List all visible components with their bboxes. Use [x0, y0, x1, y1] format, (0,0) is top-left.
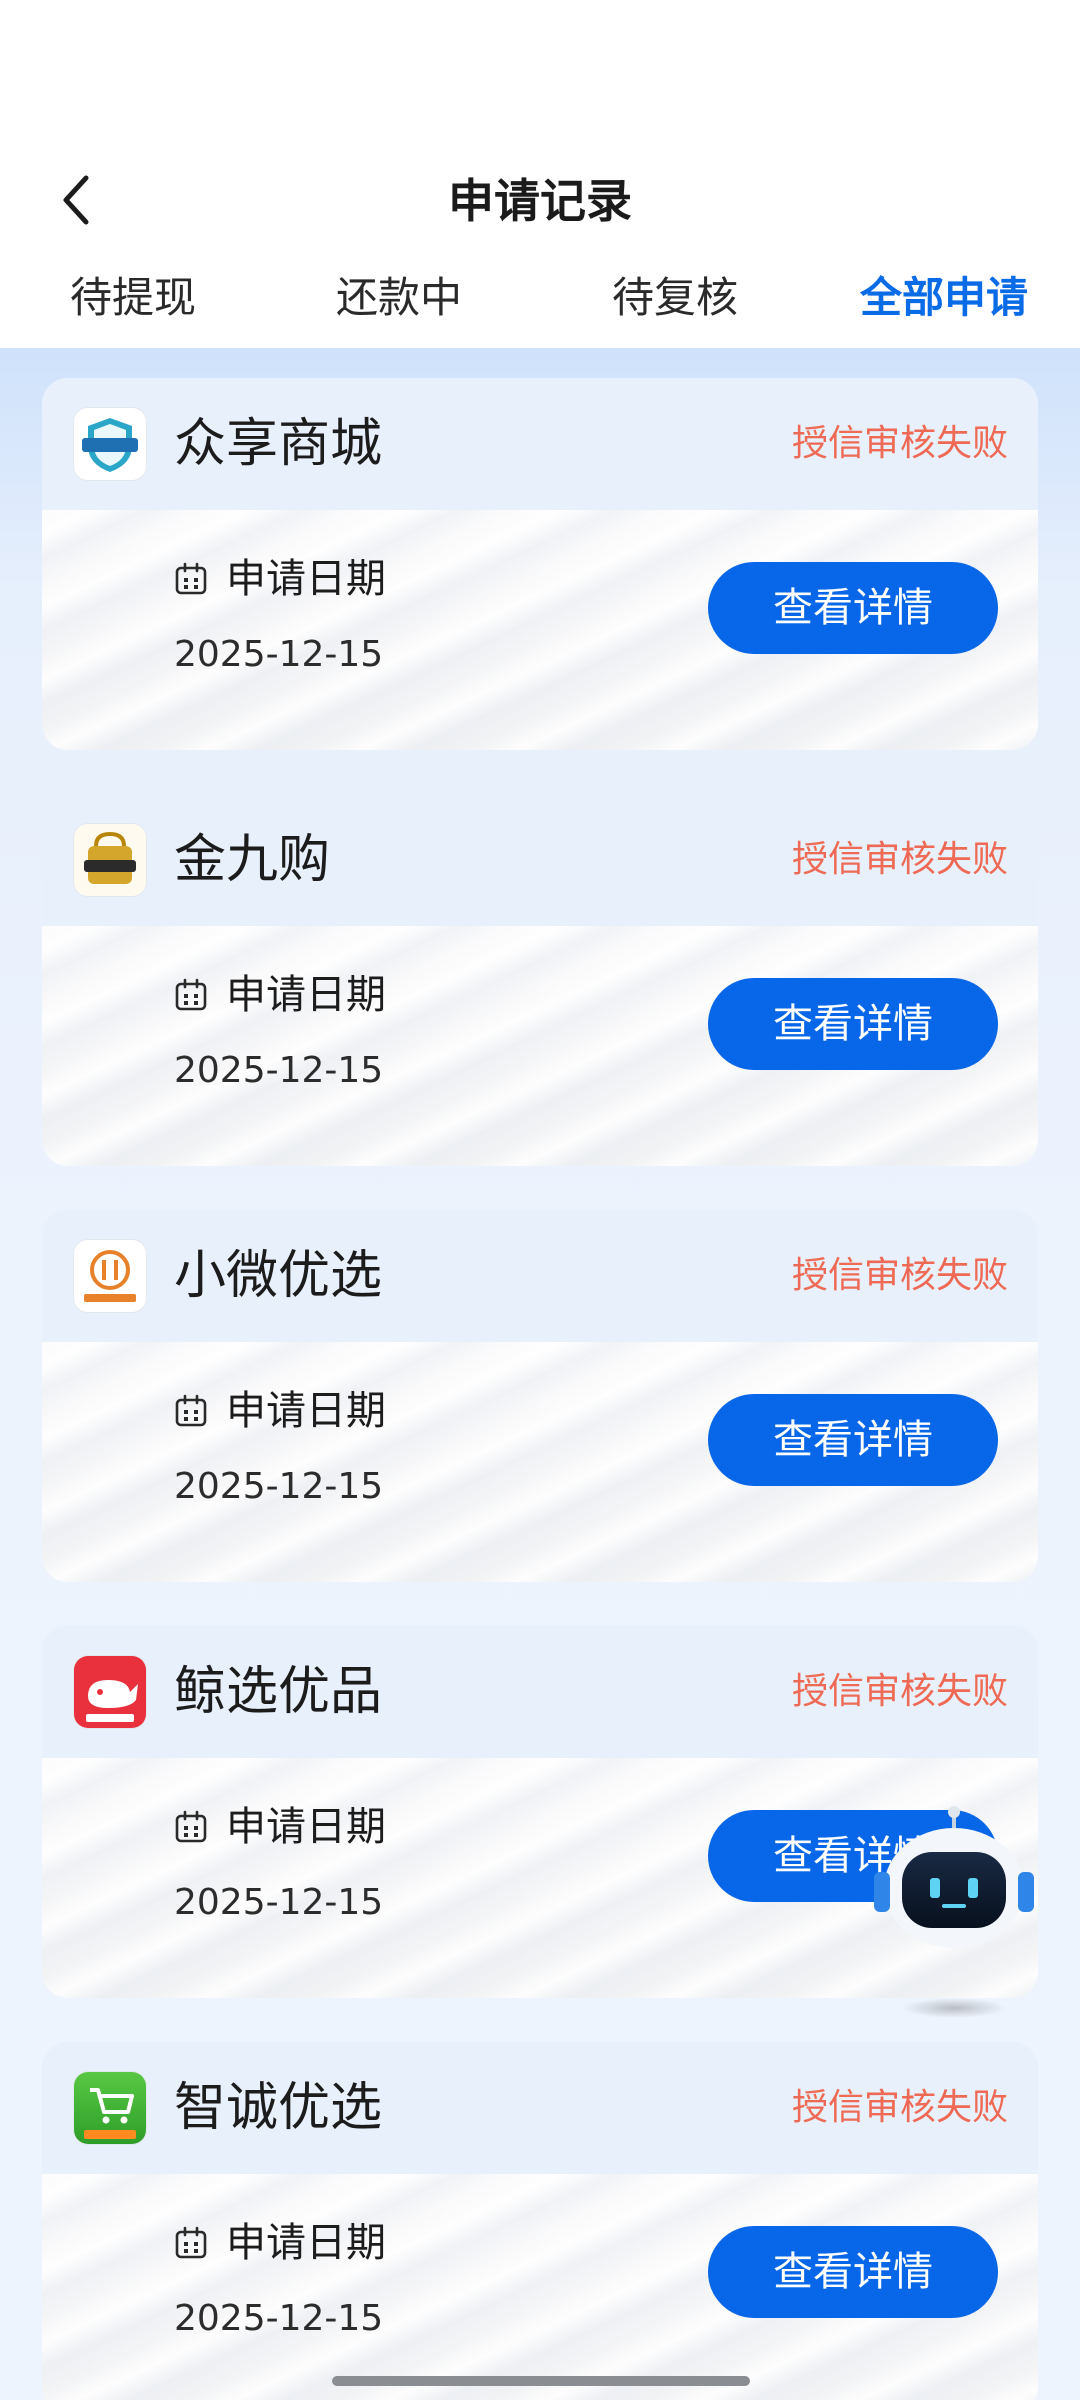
- page-title: 申请记录: [448, 174, 632, 228]
- robot-assistant-icon: [874, 1806, 1034, 2018]
- jinjiugou-logo-icon: [74, 824, 146, 896]
- whale-logo-icon: [74, 1656, 146, 1728]
- xiaowei-logo-icon: [74, 1240, 146, 1312]
- view-details-button[interactable]: 查看详情: [708, 562, 998, 654]
- status-badge: 授信审核失败: [791, 839, 1008, 880]
- application-date: 2025-12-15: [174, 1466, 384, 1507]
- date-label: 申请日期: [226, 556, 386, 602]
- card-header: 鲸选优品 授信审核失败: [42, 1626, 1038, 1758]
- calendar-icon: [175, 1810, 207, 1843]
- card-body: 申请日期 2025-12-15 查看详情: [42, 926, 1038, 1166]
- date-row: 申请日期: [174, 1386, 386, 1436]
- date-row: 申请日期: [174, 2218, 386, 2268]
- card-header: 智诚优选 授信审核失败: [42, 2042, 1038, 2174]
- merchant-name: 众享商城: [174, 414, 383, 474]
- date-label: 申请日期: [226, 1804, 386, 1850]
- application-date: 2025-12-15: [174, 2298, 384, 2339]
- application-date: 2025-12-15: [174, 1882, 384, 1923]
- calendar-icon: [175, 1394, 207, 1427]
- date-label: 申请日期: [226, 2220, 386, 2266]
- card-header: 金九购 授信审核失败: [42, 794, 1038, 926]
- tab-pending-withdrawal[interactable]: 待提现: [70, 258, 196, 338]
- merchant-name: 智诚优选: [174, 2078, 383, 2138]
- cart-logo-icon: [74, 2072, 146, 2144]
- status-tabs: 待提现 还款中 待复核 全部申请: [0, 258, 1080, 338]
- calendar-icon: [175, 978, 207, 1011]
- card-header: 众享商城 授信审核失败: [42, 378, 1038, 510]
- date-row: 申请日期: [174, 1802, 386, 1852]
- view-details-button[interactable]: 查看详情: [708, 2226, 998, 2318]
- tab-repaying[interactable]: 还款中: [336, 258, 462, 338]
- tab-all-applications[interactable]: 全部申请: [860, 258, 1028, 338]
- application-date: 2025-12-15: [174, 1050, 384, 1091]
- merchant-name: 小微优选: [174, 1246, 383, 1306]
- date-row: 申请日期: [174, 970, 386, 1020]
- application-card: 智诚优选 授信审核失败 申请日期 2025-12-15 查看详情: [42, 2042, 1038, 2400]
- date-label: 申请日期: [226, 972, 386, 1018]
- tab-pending-review[interactable]: 待复核: [612, 258, 738, 338]
- card-body: 申请日期 2025-12-15 查看详情: [42, 510, 1038, 750]
- top-bar: 申请记录 待提现 还款中 待复核 全部申请: [0, 0, 1080, 348]
- merchant-name: 鲸选优品: [174, 1662, 383, 1722]
- card-body: 申请日期 2025-12-15 查看详情: [42, 2174, 1038, 2400]
- application-records-screen: 申请记录 待提现 还款中 待复核 全部申请 众享商城 授信审核失败 申请日期 2…: [0, 0, 1080, 2400]
- status-badge: 授信审核失败: [791, 1671, 1008, 1712]
- view-details-button[interactable]: 查看详情: [708, 978, 998, 1070]
- view-details-button[interactable]: 查看详情: [708, 1394, 998, 1486]
- home-indicator[interactable]: [332, 2376, 750, 2386]
- application-list: 众享商城 授信审核失败 申请日期 2025-12-15 查看详情 金九购 授信审…: [0, 348, 1080, 2400]
- status-badge: 授信审核失败: [791, 1255, 1008, 1296]
- calendar-icon: [175, 562, 207, 595]
- date-row: 申请日期: [174, 554, 386, 604]
- zhongxiang-mall-logo-icon: [74, 408, 146, 480]
- application-card: 金九购 授信审核失败 申请日期 2025-12-15 查看详情: [42, 794, 1038, 1166]
- card-header: 小微优选 授信审核失败: [42, 1210, 1038, 1342]
- status-badge: 授信审核失败: [791, 2087, 1008, 2128]
- date-label: 申请日期: [226, 1388, 386, 1434]
- application-card: 小微优选 授信审核失败 申请日期 2025-12-15 查看详情: [42, 1210, 1038, 1582]
- robot-assistant-button[interactable]: [872, 1800, 1036, 2020]
- card-body: 申请日期 2025-12-15 查看详情: [42, 1342, 1038, 1582]
- application-card: 众享商城 授信审核失败 申请日期 2025-12-15 查看详情: [42, 378, 1038, 750]
- merchant-name: 金九购: [174, 830, 331, 890]
- calendar-icon: [175, 2226, 207, 2259]
- application-date: 2025-12-15: [174, 634, 384, 675]
- status-badge: 授信审核失败: [791, 423, 1008, 464]
